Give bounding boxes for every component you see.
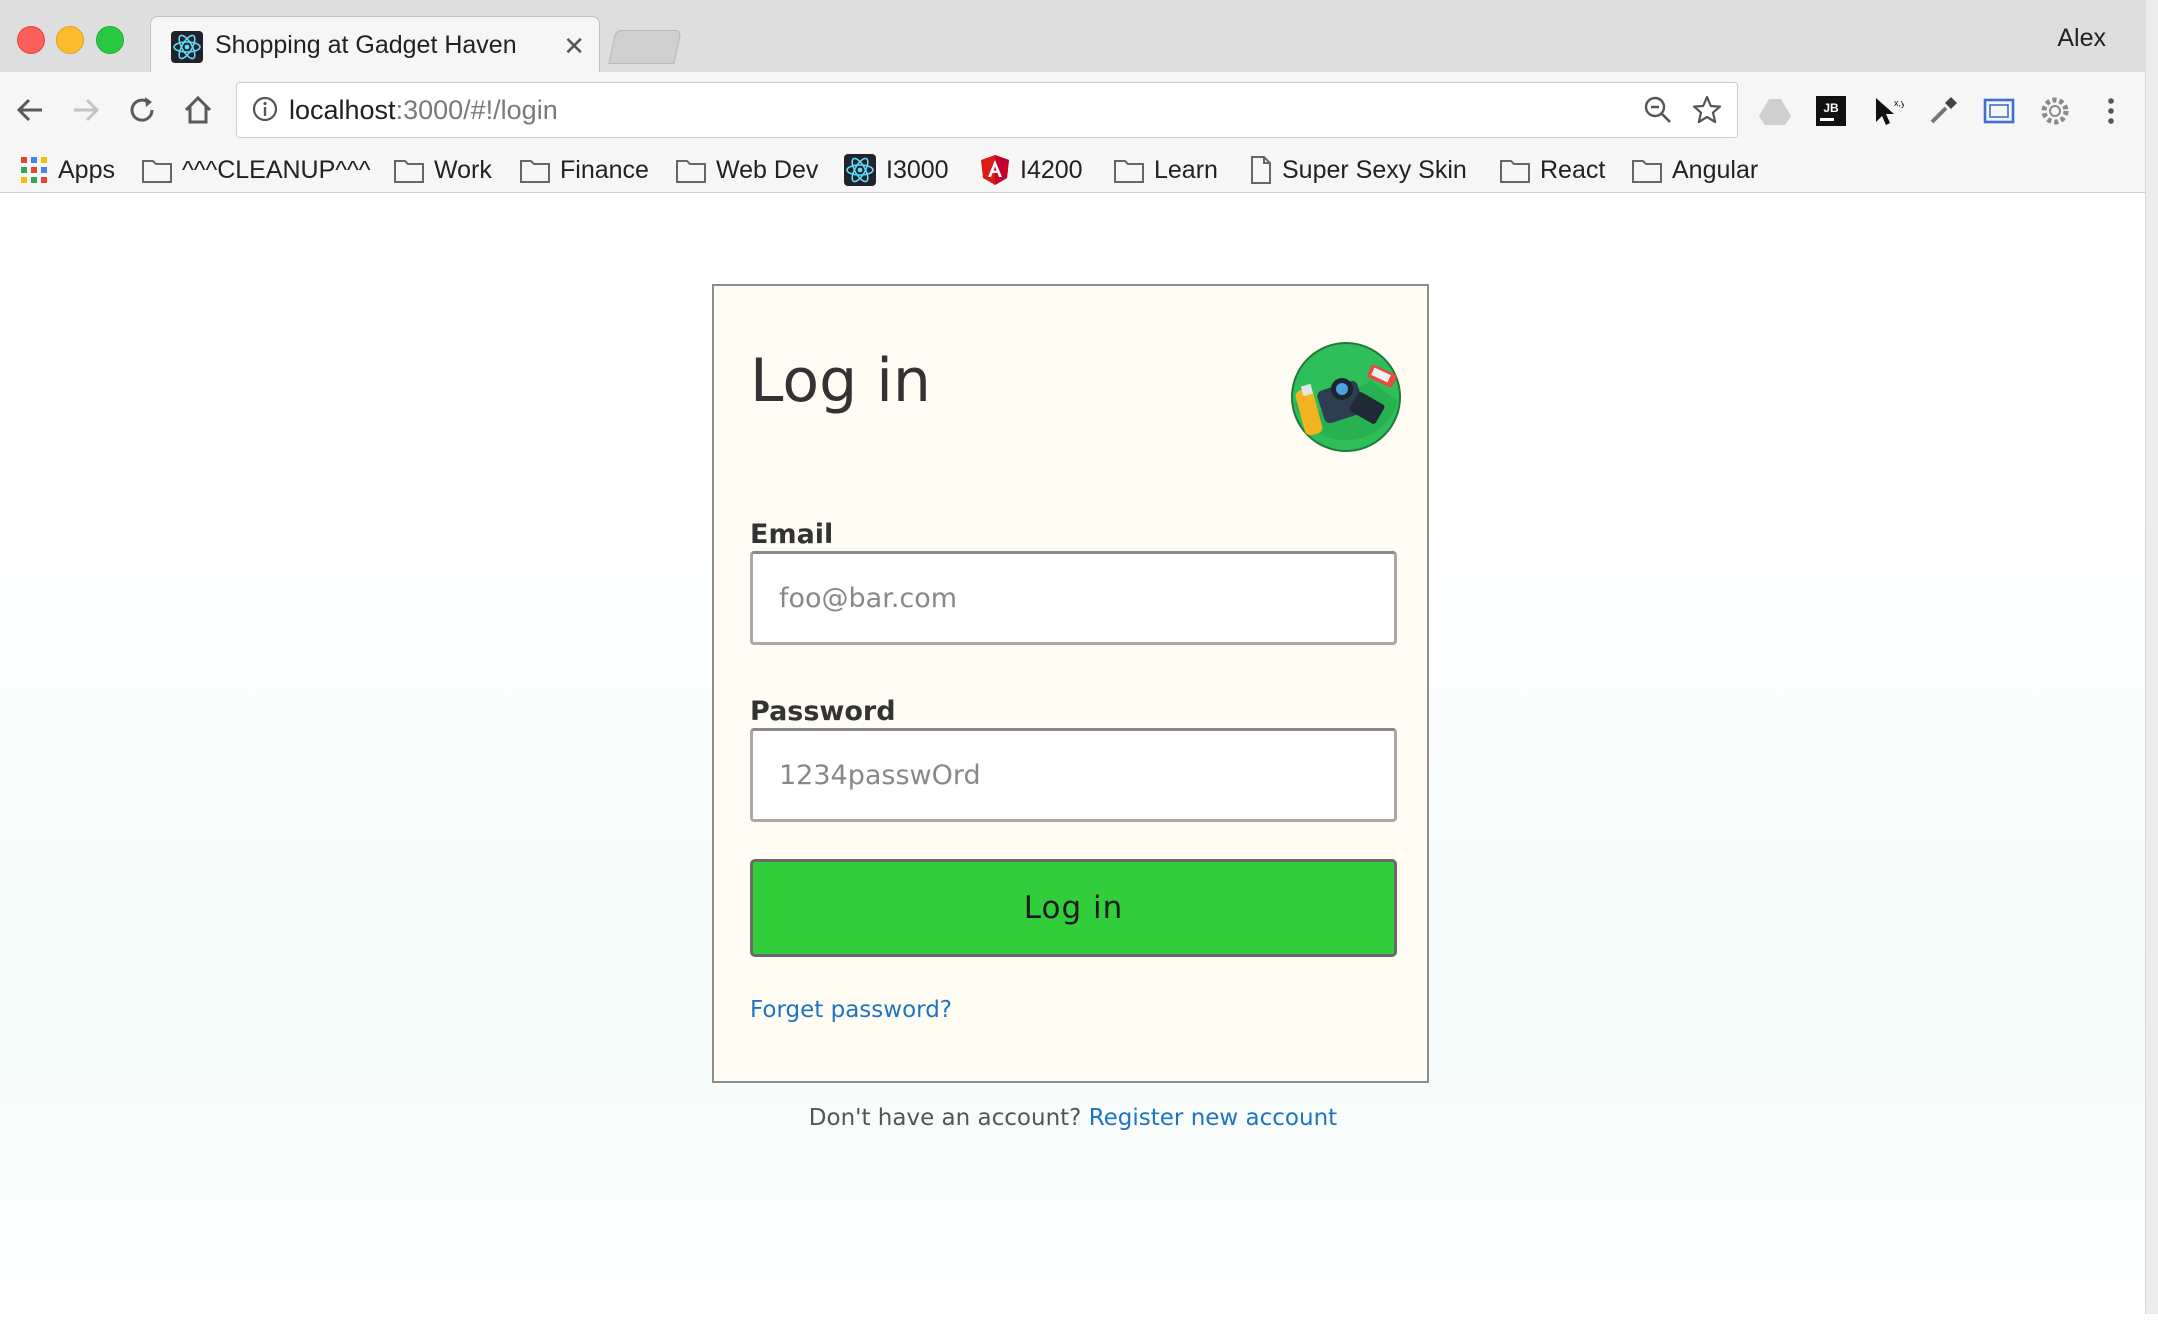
bookmark-label: ^^^CLEANUP^^^	[182, 155, 371, 184]
svg-text:JB: JB	[1823, 101, 1839, 115]
bookmark-folder-learn[interactable]: Learn	[1114, 148, 1218, 192]
react-icon	[171, 31, 203, 63]
forgot-password-link[interactable]: Forget password?	[750, 997, 952, 1023]
gadget-haven-logo-icon	[1291, 342, 1401, 452]
bookmark-label: Apps	[58, 155, 115, 184]
apps-grid-icon	[21, 157, 47, 183]
bookmark-label: Learn	[1154, 155, 1218, 184]
password-field[interactable]	[750, 728, 1397, 822]
minimize-window-button[interactable]	[56, 26, 84, 54]
bookmark-i4200[interactable]: I4200	[980, 148, 1083, 192]
settings-gear-icon[interactable]	[2038, 94, 2072, 128]
browser-titlebar: Shopping at Gadget Haven ✕ Alex	[0, 0, 2146, 75]
bookmark-folder-angular[interactable]: Angular	[1632, 148, 1758, 192]
email-label: Email	[750, 519, 834, 550]
login-title: Log in	[750, 346, 931, 416]
bookmark-folder-finance[interactable]: Finance	[520, 148, 649, 192]
screen-capture-icon[interactable]	[1982, 94, 2016, 128]
google-drive-icon[interactable]	[1758, 94, 1792, 128]
svg-text:x,y: x,y	[1894, 98, 1904, 108]
folder-icon	[1114, 160, 1144, 183]
close-window-button[interactable]	[17, 26, 45, 54]
folder-icon	[676, 160, 706, 183]
bookmark-label: Angular	[1672, 155, 1759, 184]
bookmark-apps[interactable]: Apps	[20, 148, 115, 192]
react-icon	[844, 154, 876, 186]
bookmark-label: I4200	[1020, 155, 1083, 184]
url-text[interactable]: localhost:3000/#!/login	[289, 95, 558, 126]
bookmark-super-sexy-skin[interactable]: Super Sexy Skin	[1250, 148, 1467, 192]
window-scrollbar[interactable]	[2145, 0, 2158, 1314]
bookmark-star-icon[interactable]	[1691, 94, 1723, 126]
bookmark-folder-cleanup[interactable]: ^^^CLEANUP^^^	[142, 148, 370, 192]
address-bar[interactable]: localhost:3000/#!/login	[236, 82, 1738, 138]
eyedropper-icon[interactable]	[1926, 94, 1960, 128]
profile-name[interactable]: Alex	[2057, 24, 2106, 53]
bookmark-label: Super Sexy Skin	[1282, 155, 1467, 184]
register-prompt-row: Don't have an account? Register new acco…	[0, 1105, 2146, 1131]
zoom-icon[interactable]	[1643, 95, 1673, 125]
bookmark-folder-web-dev[interactable]: Web Dev	[676, 148, 818, 192]
bookmark-label: React	[1540, 155, 1606, 184]
login-submit-button[interactable]: Log in	[750, 859, 1397, 957]
maximize-window-button[interactable]	[96, 26, 124, 54]
folder-icon	[1500, 160, 1530, 183]
bookmark-folder-react[interactable]: React	[1500, 148, 1605, 192]
tab-close-icon[interactable]: ✕	[563, 31, 585, 62]
folder-icon	[1632, 160, 1662, 183]
browser-toolbar: localhost:3000/#!/login JB x,y	[0, 72, 2146, 148]
home-icon[interactable]	[178, 90, 218, 130]
register-link[interactable]: Register new account	[1089, 1105, 1338, 1131]
new-tab-button[interactable]	[608, 30, 682, 64]
url-host: localhost	[289, 95, 396, 125]
url-path: :3000/#!/login	[395, 95, 558, 125]
bookmark-folder-work[interactable]: Work	[394, 148, 492, 192]
info-icon[interactable]	[251, 95, 279, 123]
back-arrow-icon[interactable]	[10, 90, 50, 130]
bookmark-i3000[interactable]: I3000	[844, 148, 949, 192]
angular-icon	[981, 155, 1009, 185]
bookmarks-bar: Apps ^^^CLEANUP^^^ Work Finance Web Dev …	[0, 148, 2146, 193]
bookmark-label: Web Dev	[716, 155, 819, 184]
cursor-xy-icon[interactable]: x,y	[1870, 94, 1904, 128]
folder-icon	[394, 160, 424, 183]
page-viewport: Log in Email Password Log in Forget pass…	[0, 193, 2146, 1333]
login-card: Log in Email Password Log in Forget pass…	[712, 284, 1429, 1083]
tab-title: Shopping at Gadget Haven	[215, 31, 517, 59]
folder-icon	[142, 160, 172, 183]
page-icon	[1251, 156, 1271, 184]
email-field[interactable]	[750, 551, 1397, 645]
reload-icon[interactable]	[122, 90, 162, 130]
browser-tab-active[interactable]: Shopping at Gadget Haven ✕	[150, 16, 600, 75]
forward-arrow-icon[interactable]	[66, 90, 106, 130]
bookmark-label: Finance	[560, 155, 649, 184]
jetbrains-icon[interactable]: JB	[1814, 94, 1848, 128]
folder-icon	[520, 160, 550, 183]
register-prompt-text: Don't have an account?	[808, 1105, 1082, 1131]
menu-kebab-icon[interactable]	[2094, 94, 2128, 128]
password-label: Password	[750, 696, 896, 727]
bookmark-label: Work	[434, 155, 492, 184]
bookmark-label: I3000	[886, 155, 949, 184]
